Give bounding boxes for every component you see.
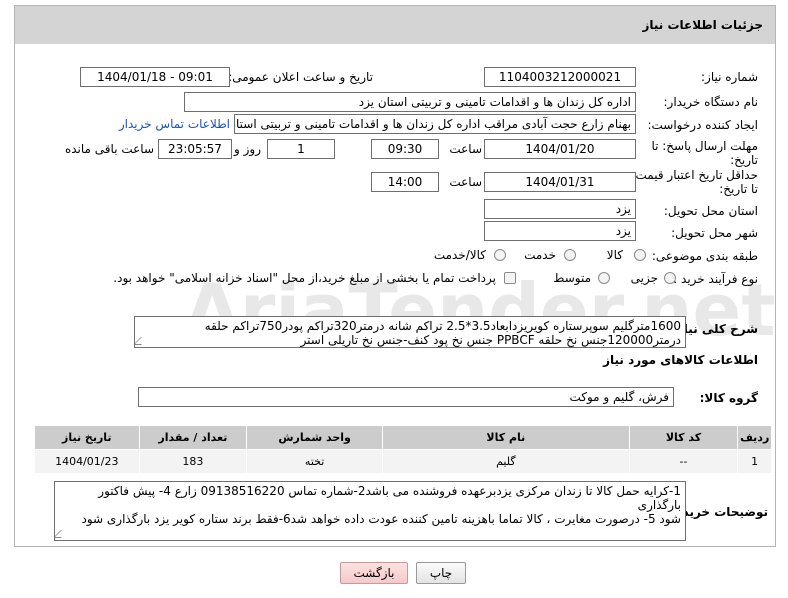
price-validity-label-2: تا تاریخ: — [719, 182, 758, 196]
cell-code: -- — [628, 449, 739, 474]
province-label: استان محل تحویل: — [663, 204, 758, 218]
cell-need-date: 1404/01/23 — [34, 449, 140, 474]
buyer-notes-line-1: 1-کرایه حمل کالا تا زندان مرکزی یزدبرعهد… — [98, 484, 681, 512]
need-number-label: شماره نیاز: — [701, 70, 758, 84]
process-radio-medium[interactable] — [598, 272, 610, 284]
creator-label: ایجاد کننده درخواست: — [647, 118, 758, 132]
treasury-payment-checkbox[interactable] — [504, 272, 516, 284]
remaining-label: ساعت باقی مانده — [64, 142, 154, 156]
category-option-goods: کالا — [606, 248, 623, 262]
deadline-time-field[interactable]: 09:30 — [371, 139, 439, 159]
cell-unit: تخته — [246, 449, 384, 474]
description-line-2: درمتر120000جنس نخ حلقه PPBCF جنس نخ پود … — [300, 333, 681, 347]
panel-header: جزئیات اطلاعات نیاز — [15, 6, 775, 44]
goods-table-header: ردیف کد کالا نام کالا واحد شمارش تعداد /… — [34, 425, 772, 450]
deadline-label-2: تاریخ: — [730, 153, 758, 167]
deadline-date-field[interactable]: 1404/01/20 — [484, 139, 636, 159]
category-radio-goods-service[interactable] — [494, 249, 506, 261]
col-row: ردیف — [737, 425, 772, 450]
price-validity-date-field[interactable]: 1404/01/31 — [484, 172, 636, 192]
deadline-label: مهلت ارسال پاسخ: تا — [651, 139, 758, 153]
description-textarea[interactable]: 1600مترگلیم سوپرستاره کویریزدابعاد3.5*2.… — [134, 316, 686, 348]
col-quantity: تعداد / مقدار — [138, 425, 248, 450]
table-row[interactable]: 1 -- گلیم تخته 183 1404/01/23 — [34, 449, 772, 474]
category-option-service: خدمت — [524, 248, 556, 262]
col-unit: واحد شمارش — [246, 425, 384, 450]
creator-field[interactable]: بهنام زارع حجت آبادی مراقب اداره کل زندا… — [234, 114, 636, 134]
announce-label: تاریخ و ساعت اعلان عمومی: — [228, 70, 373, 84]
price-validity-time-field[interactable]: 14:00 — [371, 172, 439, 192]
buyer-label: نام دستگاه خریدار: — [663, 95, 759, 109]
buyer-field[interactable]: اداره کل زندان ها و اقدامات تامینی و ترب… — [184, 92, 636, 112]
buyer-notes-line-2: شود 5- درصورت مغایرت ، کالا تماما باهزین… — [81, 512, 682, 526]
back-button[interactable]: بازگشت — [340, 562, 408, 584]
price-validity-time-label: ساعت — [449, 175, 482, 189]
days-field[interactable]: 1 — [267, 139, 335, 159]
price-validity-label: حداقل تاریخ اعتبار قیمت: — [631, 168, 758, 182]
city-label: شهر محل تحویل: — [671, 226, 758, 240]
category-label: طبقه بندی موضوعی: — [651, 249, 758, 263]
print-button[interactable]: چاپ — [416, 562, 466, 584]
deadline-time-label: ساعت — [449, 142, 482, 156]
treasury-payment-note: پرداخت تمام یا بخشی از مبلغ خرید،از محل … — [113, 271, 496, 285]
city-field[interactable]: یزد — [484, 221, 636, 241]
cell-quantity: 183 — [138, 449, 248, 474]
category-radio-goods[interactable] — [634, 249, 646, 261]
remaining-time-field[interactable]: 23:05:57 — [158, 139, 232, 159]
category-radio-service[interactable] — [564, 249, 576, 261]
buyer-notes-textarea[interactable]: 1-کرایه حمل کالا تا زندان مرکزی یزدبرعهد… — [54, 481, 686, 541]
panel-title: جزئیات اطلاعات نیاز — [642, 18, 763, 32]
description-line-1: 1600مترگلیم سوپرستاره کویریزدابعاد3.5*2.… — [204, 319, 681, 333]
goods-info-title: اطلاعات کالاهای مورد نیاز — [603, 353, 758, 367]
process-radio-minor[interactable] — [664, 272, 676, 284]
category-option-goods-service: کالا/خدمت — [433, 248, 486, 262]
resize-grip-icon[interactable] — [55, 530, 69, 538]
days-label: روز و — [234, 142, 261, 156]
goods-group-label: گروه کالا: — [699, 391, 758, 405]
buyer-contact-link[interactable]: اطلاعات تماس خریدار — [119, 117, 230, 131]
col-code: کد کالا — [628, 425, 739, 450]
col-need-date: تاریخ نیاز — [34, 425, 140, 450]
cell-name: گلیم — [382, 449, 630, 474]
goods-group-field[interactable]: فرش، گلیم و موکت — [138, 387, 674, 407]
province-field[interactable]: یزد — [484, 199, 636, 219]
process-option-medium: متوسط — [553, 271, 591, 285]
need-number-field[interactable]: 1104003212000021 — [484, 67, 636, 87]
cell-row: 1 — [737, 449, 772, 474]
process-option-minor: جزیی — [630, 271, 658, 285]
goods-table: ردیف کد کالا نام کالا واحد شمارش تعداد /… — [34, 425, 772, 474]
col-name: نام کالا — [382, 425, 630, 450]
process-label: نوع فرآیند خرید : — [673, 272, 758, 286]
announce-datetime-field[interactable]: 1404/01/18 - 09:01 — [80, 67, 230, 87]
